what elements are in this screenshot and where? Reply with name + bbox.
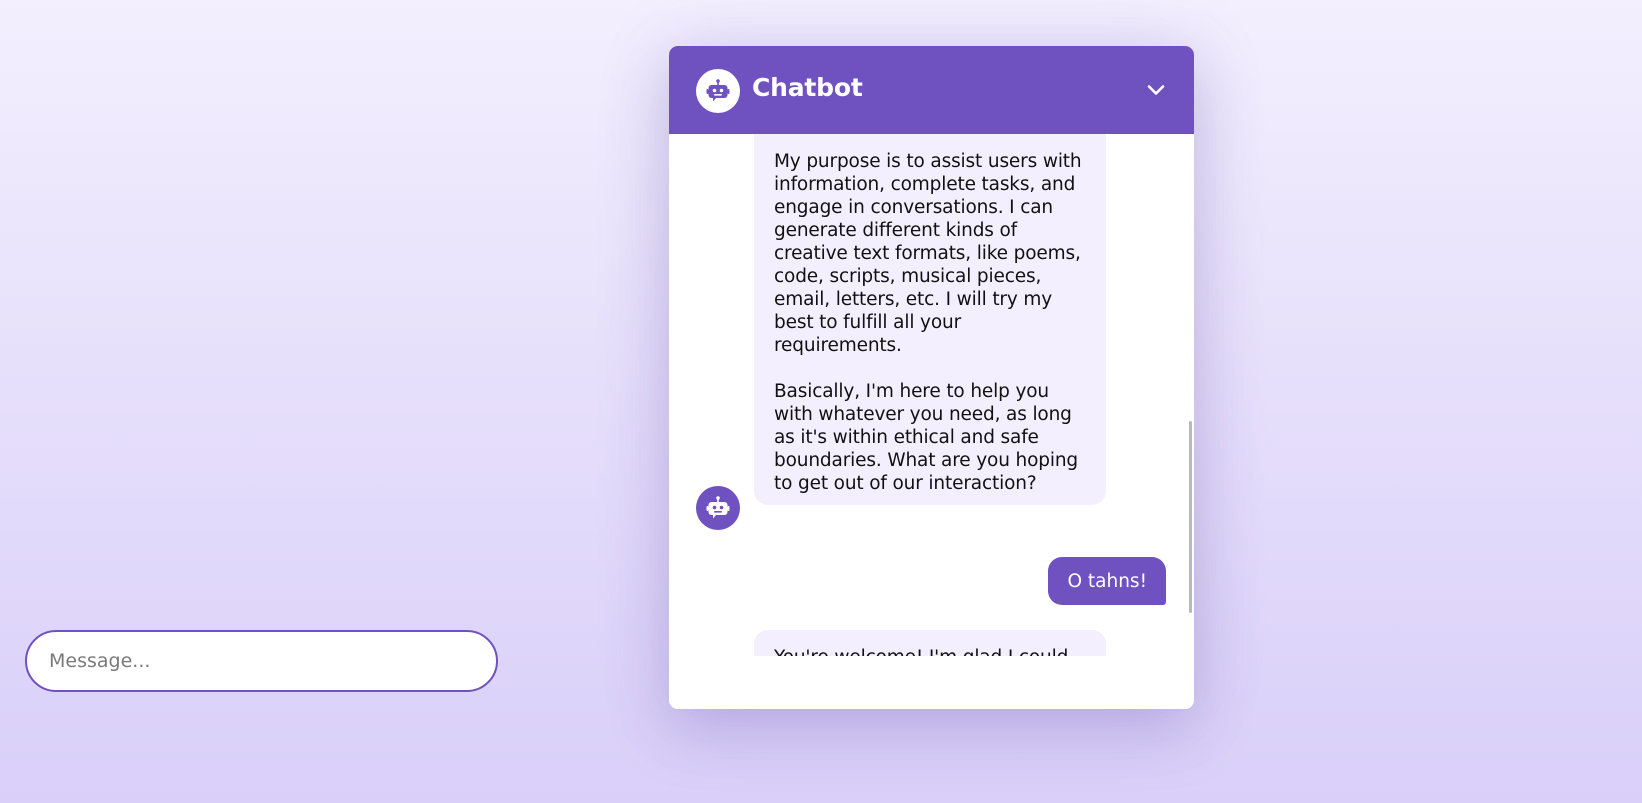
message-input[interactable] (25, 630, 498, 692)
user-message: O tahns! (1048, 557, 1166, 605)
bot-message: You're welcome! I'm glad I could (754, 630, 1106, 656)
chat-footer (669, 656, 1194, 709)
header-robot-icon (696, 69, 740, 113)
collapse-button[interactable] (1140, 74, 1172, 106)
chat-header: Chatbot (669, 46, 1194, 134)
message-list[interactable]: My purpose is to assist users with infor… (669, 134, 1194, 656)
chat-title: Chatbot (752, 73, 863, 102)
bot-message: My purpose is to assist users with infor… (754, 134, 1106, 505)
scrollbar[interactable] (1188, 134, 1192, 656)
scrollbar-thumb[interactable] (1189, 421, 1192, 613)
chatbot-window: Chatbot My purpose is to assist users wi… (669, 46, 1194, 709)
bot-avatar-robot-icon (696, 486, 740, 530)
chevron-down-icon (1147, 85, 1165, 95)
